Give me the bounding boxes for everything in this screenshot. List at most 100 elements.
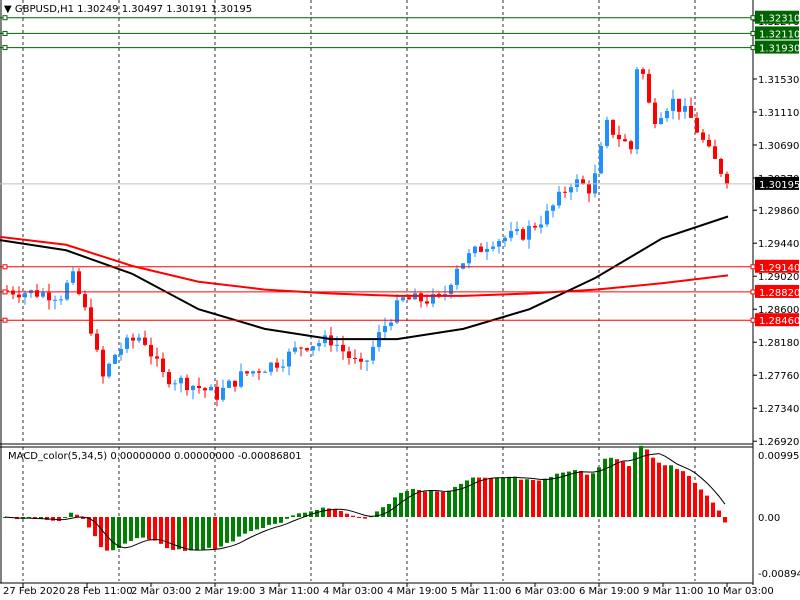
bear-candle <box>245 371 249 374</box>
macd-bar-up <box>591 473 595 517</box>
bear-candle <box>587 183 591 194</box>
macd-bar-up <box>447 490 451 517</box>
macd-bar-down <box>153 517 157 541</box>
macd-bar-up <box>177 517 181 550</box>
bull-candle <box>365 360 369 362</box>
macd-bar-down <box>441 491 445 517</box>
macd-bar-up <box>243 517 247 534</box>
macd-bar-down <box>579 471 583 517</box>
macd-bar-down <box>435 491 439 517</box>
bull-candle <box>497 240 501 247</box>
bull-candle <box>575 179 579 188</box>
macd-bar-up <box>525 479 529 517</box>
bear-candle <box>479 246 483 252</box>
macd-bar-up <box>261 517 265 528</box>
chart-canvas[interactable]: 1.322701.315301.311101.306901.302701.298… <box>0 0 800 600</box>
macd-bar-up <box>69 512 73 517</box>
bear-candle <box>653 102 657 124</box>
time-tick-label: 4 Mar 19:00 <box>387 586 447 597</box>
bull-candle <box>605 119 609 146</box>
macd-bar-down <box>93 517 97 537</box>
time-tick-label: 10 Mar 03:00 <box>707 586 774 597</box>
bear-candle <box>167 372 171 385</box>
macd-bar-up <box>189 517 193 551</box>
bear-candle <box>425 301 429 304</box>
bull-candle <box>395 300 399 323</box>
resistance-level-handle <box>750 45 756 51</box>
macd-bar-down <box>693 482 697 517</box>
macd-bar-down <box>417 489 421 517</box>
macd-bar-down <box>423 491 427 517</box>
bull-candle <box>263 371 267 373</box>
bear-candle <box>155 356 159 359</box>
bear-candle <box>329 335 333 346</box>
bull-candle <box>53 299 57 301</box>
bear-candle <box>725 173 729 184</box>
chart-window[interactable]: 1.322701.315301.311101.306901.302701.298… <box>0 0 800 600</box>
bear-candle <box>677 98 681 112</box>
macd-bar-down <box>213 517 217 550</box>
macd-bar-up <box>573 470 577 517</box>
macd-bar-down <box>357 517 361 518</box>
macd-bar-up <box>141 517 145 538</box>
macd-bar-up <box>507 476 511 517</box>
support-level-handle <box>750 317 756 323</box>
bull-candle <box>485 248 489 252</box>
bull-candle <box>293 347 297 352</box>
bear-candle <box>623 139 627 142</box>
macd-bar-down <box>627 466 631 517</box>
macd-bar-up <box>279 517 283 523</box>
bull-candle <box>371 346 375 361</box>
time-tick-label: 2 Mar 19:00 <box>195 586 255 597</box>
macd-bar-down <box>483 477 487 517</box>
macd-bar-up <box>633 452 637 517</box>
bear-candle <box>11 290 15 295</box>
bear-candle <box>347 351 351 358</box>
symbol-header: ▼ GBPUSD,H1 1.30249 1.30497 1.30191 1.30… <box>4 4 252 15</box>
bull-candle <box>473 246 477 254</box>
bull-candle <box>269 362 273 372</box>
bull-candle <box>317 343 321 347</box>
bull-candle <box>65 282 69 300</box>
time-tick-label: 6 Mar 19:00 <box>579 586 639 597</box>
bull-candle <box>665 110 669 119</box>
macd-bar-down <box>75 514 79 517</box>
macd-tick-label: 0.00 <box>758 513 780 524</box>
macd-bar-up <box>429 491 433 517</box>
bear-candle <box>341 344 345 352</box>
bear-candle <box>95 333 99 350</box>
macd-bar-up <box>669 465 673 517</box>
resistance-level-handle <box>750 30 756 36</box>
ohlc-values: 1.30249 1.30497 1.30191 1.30195 <box>77 4 253 15</box>
bear-candle <box>689 105 693 118</box>
macd-bar-up <box>405 490 409 517</box>
current-price-label: 1.30195 <box>759 180 800 191</box>
support-level-label: 1.28460 <box>759 316 800 327</box>
bull-candle <box>71 271 75 283</box>
bull-candle <box>569 187 573 193</box>
bear-candle <box>533 225 537 228</box>
bear-candle <box>611 119 615 135</box>
bear-candle <box>299 347 303 349</box>
bear-candle <box>35 290 39 297</box>
bear-candle <box>563 191 567 193</box>
time-tick-label: 28 Feb 11:00 <box>67 586 133 597</box>
macd-bar-up <box>603 458 607 517</box>
bear-candle <box>581 179 585 184</box>
macd-bar-down <box>681 471 685 517</box>
collapse-triangle-icon[interactable]: ▼ <box>4 4 12 15</box>
macd-bar-up <box>501 477 505 517</box>
macd-bar-down <box>651 457 655 517</box>
symbol-label: GBPUSD,H1 <box>14 4 74 15</box>
bull-candle <box>383 325 387 333</box>
bull-candle <box>467 253 471 264</box>
bull-candle <box>599 145 603 174</box>
bull-candle <box>59 299 63 301</box>
bear-candle <box>353 357 357 359</box>
support-level-label: 1.29140 <box>759 263 800 274</box>
bull-candle <box>461 263 465 269</box>
bear-candle <box>275 362 279 368</box>
macd-bar-up <box>195 517 199 550</box>
macd-bar-up <box>285 517 289 519</box>
macd-bar-up <box>237 517 241 537</box>
